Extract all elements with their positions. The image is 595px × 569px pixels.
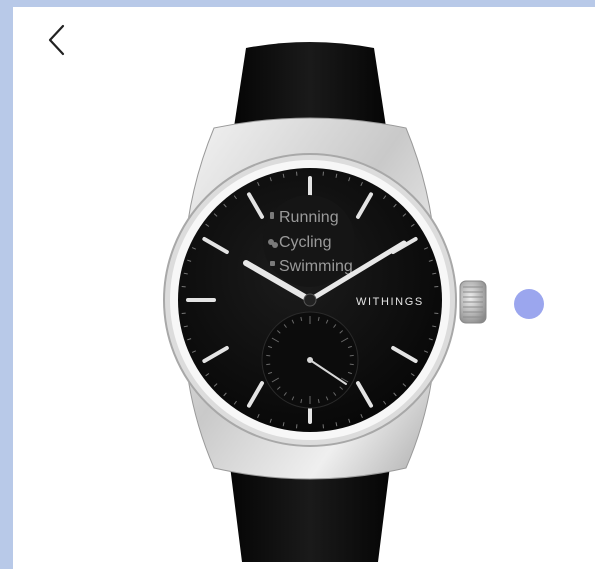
- center-pin: [303, 293, 317, 307]
- activity-running: Running: [279, 209, 339, 226]
- activity-cycling: Cycling: [279, 234, 331, 251]
- brand-logo: WITHINGS: [356, 296, 424, 308]
- activity-swimming: Swimming: [279, 258, 353, 275]
- app-frame: Running Cycling Swimming WITHINGS: [0, 0, 595, 569]
- watch-image: Running Cycling Swimming WITHINGS: [163, 42, 487, 562]
- carousel-dot-indicator[interactable]: [514, 289, 544, 319]
